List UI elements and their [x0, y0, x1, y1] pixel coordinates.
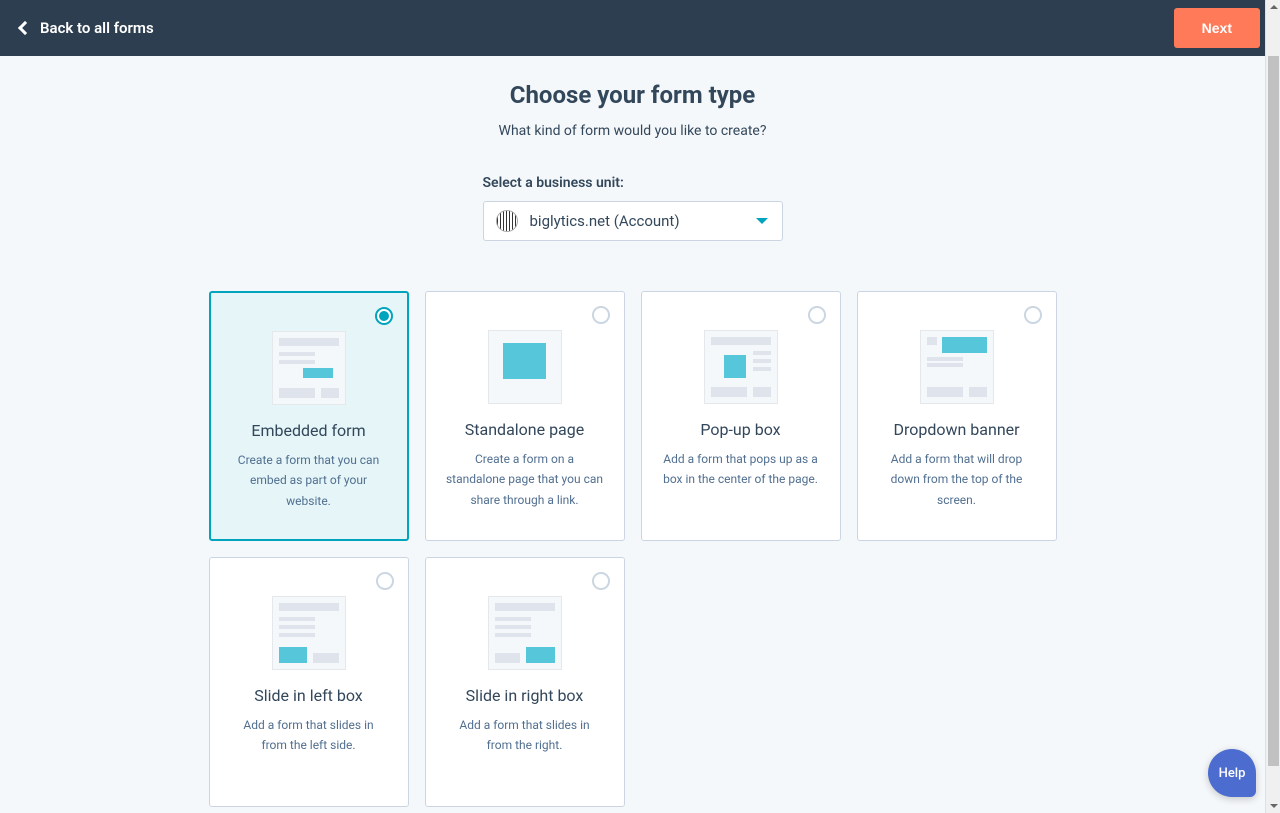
- thumbnail-standalone-icon: [488, 330, 562, 404]
- page-title: Choose your form type: [0, 81, 1265, 109]
- radio-icon: [376, 572, 394, 590]
- thumbnail-slide-right-icon: [488, 596, 562, 670]
- scrollbar[interactable]: [1265, 0, 1280, 813]
- form-type-card-standalone[interactable]: Standalone page Create a form on a stand…: [425, 291, 625, 541]
- page-subtitle: What kind of form would you like to crea…: [0, 123, 1265, 139]
- card-title: Slide in left box: [226, 686, 392, 705]
- thumbnail-popup-icon: [704, 330, 778, 404]
- form-type-grid: Embedded form Create a form that you can…: [209, 291, 1057, 813]
- header-bar: Back to all forms Next: [0, 0, 1280, 56]
- business-unit-select[interactable]: biglytics.net (Account): [483, 201, 783, 241]
- chevron-left-icon: [18, 21, 32, 35]
- form-type-card-embedded[interactable]: Embedded form Create a form that you can…: [209, 291, 409, 541]
- scroll-down-icon: [1270, 804, 1278, 808]
- card-desc: Create a form on a standalone page that …: [442, 449, 608, 510]
- card-title: Embedded form: [227, 421, 391, 440]
- card-title: Standalone page: [442, 420, 608, 439]
- radio-icon: [592, 572, 610, 590]
- card-title: Pop-up box: [658, 420, 824, 439]
- card-desc: Add a form that pops up as a box in the …: [658, 449, 824, 490]
- help-label: Help: [1219, 766, 1246, 781]
- business-unit-logo-icon: [496, 210, 518, 232]
- card-desc: Create a form that you can embed as part…: [227, 450, 391, 511]
- card-desc: Add a form that slides in from the left …: [226, 715, 392, 756]
- business-unit-label: Select a business unit:: [483, 175, 783, 191]
- thumbnail-slide-left-icon: [272, 596, 346, 670]
- card-title: Slide in right box: [442, 686, 608, 705]
- form-type-card-dropdown[interactable]: Dropdown banner Add a form that will dro…: [857, 291, 1057, 541]
- form-type-card-slide-right[interactable]: Slide in right box Add a form that slide…: [425, 557, 625, 807]
- radio-selected-icon: [375, 307, 393, 325]
- scroll-up-icon: [1270, 5, 1278, 9]
- card-title: Dropdown banner: [874, 420, 1040, 439]
- main-content: Choose your form type What kind of form …: [0, 56, 1265, 813]
- back-label: Back to all forms: [40, 19, 154, 37]
- card-desc: Add a form that slides in from the right…: [442, 715, 608, 756]
- business-unit-section: Select a business unit: biglytics.net (A…: [0, 175, 1265, 241]
- form-type-card-slide-left[interactable]: Slide in left box Add a form that slides…: [209, 557, 409, 807]
- next-button[interactable]: Next: [1174, 8, 1260, 48]
- form-type-card-popup[interactable]: Pop-up box Add a form that pops up as a …: [641, 291, 841, 541]
- card-desc: Add a form that will drop down from the …: [874, 449, 1040, 510]
- business-unit-selected: biglytics.net (Account): [530, 212, 680, 230]
- thumbnail-dropdown-icon: [920, 330, 994, 404]
- help-button[interactable]: Help: [1208, 749, 1256, 797]
- back-to-forms-link[interactable]: Back to all forms: [20, 19, 154, 37]
- thumbnail-embedded-icon: [272, 331, 346, 405]
- radio-icon: [1024, 306, 1042, 324]
- radio-icon: [592, 306, 610, 324]
- scrollbar-thumb[interactable]: [1268, 56, 1279, 766]
- radio-icon: [808, 306, 826, 324]
- caret-down-icon: [756, 218, 768, 224]
